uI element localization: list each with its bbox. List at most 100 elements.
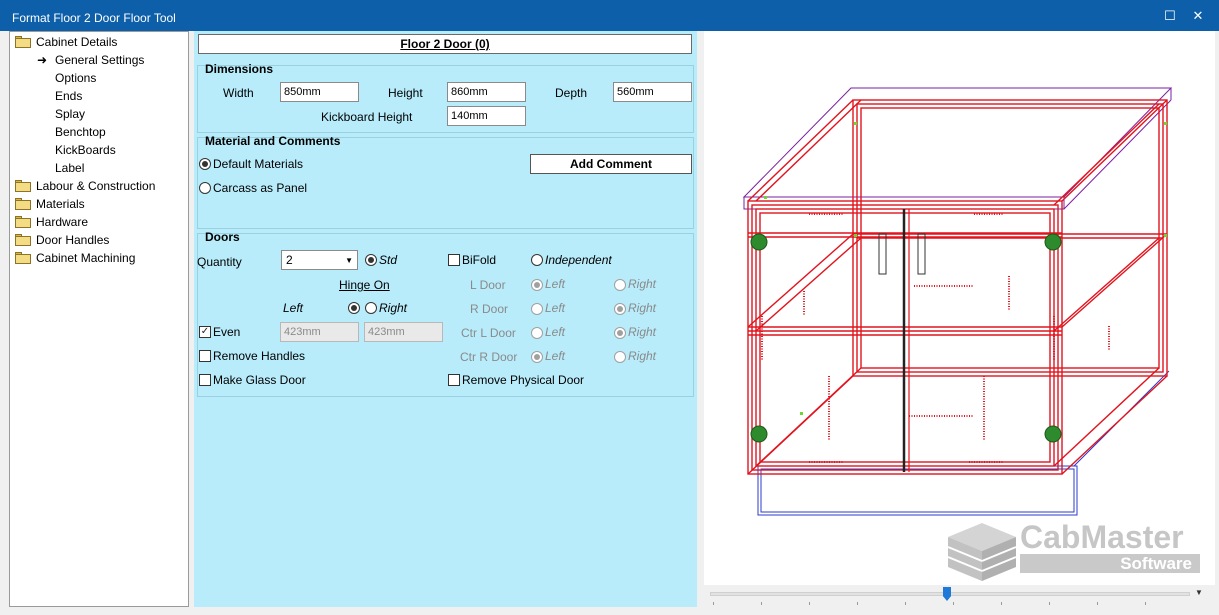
default-materials-label: Default Materials bbox=[213, 157, 304, 171]
remove-physical-door-checkbox[interactable] bbox=[448, 374, 460, 386]
std-radio[interactable] bbox=[365, 254, 377, 266]
width-field[interactable]: 850mm bbox=[280, 82, 359, 102]
depth-field[interactable]: 560mm bbox=[613, 82, 692, 102]
maximize-icon[interactable]: ☐ bbox=[1159, 6, 1181, 26]
width-label: Width bbox=[223, 86, 254, 100]
remove-handles-label: Remove Handles bbox=[213, 349, 306, 363]
folder-icon bbox=[15, 252, 31, 264]
tree-item-splay[interactable]: Splay bbox=[55, 105, 85, 123]
logo-name: CabMaster bbox=[1020, 519, 1184, 555]
kickboard-height-label: Kickboard Height bbox=[321, 110, 413, 124]
rotation-slider-bar: ▼ bbox=[704, 585, 1219, 607]
bottom-edge bbox=[0, 607, 1219, 615]
slider-tick bbox=[1145, 602, 1146, 605]
hinge-left-radio[interactable] bbox=[348, 302, 360, 314]
chevron-down-icon[interactable]: ▼ bbox=[1195, 588, 1203, 597]
independent-label: Independent bbox=[545, 253, 612, 267]
folder-icon bbox=[15, 180, 31, 192]
ctr-l-door-label: Ctr L Door bbox=[461, 326, 516, 340]
slider-tick bbox=[713, 602, 714, 605]
l-door-left-label: Left bbox=[545, 277, 566, 291]
cabmaster-logo-icon bbox=[947, 523, 1017, 581]
even-checkbox[interactable]: ✓ bbox=[199, 326, 211, 338]
ctr-r-door-left-label: Left bbox=[545, 349, 566, 363]
title-bar: Format Floor 2 Door Floor Tool ☐ ✕ bbox=[0, 0, 1219, 31]
close-icon[interactable]: ✕ bbox=[1187, 6, 1209, 26]
tree-item-kickboards[interactable]: KickBoards bbox=[55, 141, 116, 159]
even-right-field[interactable]: 423mm bbox=[364, 322, 443, 342]
l-door-left-radio[interactable] bbox=[531, 279, 543, 291]
tree-item-general-settings[interactable]: ➜ General Settings bbox=[10, 51, 180, 69]
settings-panel: Floor 2 Door (0) Dimensions Width 850mm … bbox=[194, 31, 697, 607]
slider-tick bbox=[953, 602, 954, 605]
remove-physical-door-label: Remove Physical Door bbox=[462, 373, 585, 387]
carcass-as-panel-radio[interactable] bbox=[199, 182, 211, 194]
hinge-on-label: Hinge On bbox=[339, 278, 390, 292]
r-door-label: R Door bbox=[470, 302, 509, 316]
material-title: Material and Comments bbox=[205, 134, 341, 148]
ctr-r-door-label: Ctr R Door bbox=[460, 350, 518, 364]
quantity-label: Quantity bbox=[197, 255, 242, 269]
slider-tick bbox=[761, 602, 762, 605]
std-label: Std bbox=[379, 253, 398, 267]
window-title: Format Floor 2 Door Floor Tool bbox=[12, 11, 176, 25]
hinge-right-radio[interactable] bbox=[365, 302, 377, 314]
rotation-slider-thumb[interactable] bbox=[943, 587, 951, 601]
hinge-left-label: Left bbox=[283, 301, 304, 315]
r-door-right-label: Right bbox=[628, 301, 657, 315]
default-materials-radio[interactable] bbox=[199, 158, 211, 170]
ctr-r-door-right-label: Right bbox=[628, 349, 657, 363]
r-door-left-label: Left bbox=[545, 301, 566, 315]
folder-icon bbox=[15, 198, 31, 210]
height-label: Height bbox=[388, 86, 423, 100]
slider-tick bbox=[1097, 602, 1098, 605]
l-door-right-radio[interactable] bbox=[614, 279, 626, 291]
folder-open-icon bbox=[15, 36, 31, 48]
quantity-dropdown[interactable]: 2 ▼ bbox=[281, 250, 358, 270]
logo-sub: Software bbox=[1120, 554, 1192, 573]
even-left-field[interactable]: 423mm bbox=[280, 322, 359, 342]
cabinet-header: Floor 2 Door (0) bbox=[198, 34, 692, 54]
tree-item-label: General Settings bbox=[55, 53, 145, 67]
tree-item-benchtop[interactable]: Benchtop bbox=[55, 123, 106, 141]
bifold-label: BiFold bbox=[462, 253, 497, 267]
ctr-l-door-left-label: Left bbox=[545, 325, 566, 339]
folder-icon bbox=[15, 216, 31, 228]
slider-tick bbox=[1049, 602, 1050, 605]
add-comment-button[interactable]: Add Comment bbox=[530, 154, 692, 174]
kickboard-height-field[interactable]: 140mm bbox=[447, 106, 526, 126]
ctr-l-door-right-label: Right bbox=[628, 325, 657, 339]
doors-title: Doors bbox=[205, 230, 240, 244]
tree-item-label: Cabinet Details bbox=[36, 35, 118, 49]
tree-item-ends[interactable]: Ends bbox=[55, 87, 82, 105]
carcass-as-panel-label: Carcass as Panel bbox=[213, 181, 308, 195]
cabinet-wireframe bbox=[742, 87, 1173, 516]
bifold-checkbox[interactable] bbox=[448, 254, 460, 266]
tree-item-options[interactable]: Options bbox=[55, 69, 96, 87]
ctr-r-door-left-radio[interactable] bbox=[531, 351, 543, 363]
height-field[interactable]: 860mm bbox=[447, 82, 526, 102]
make-glass-door-checkbox[interactable] bbox=[199, 374, 211, 386]
ctr-l-door-right-radio[interactable] bbox=[614, 327, 626, 339]
ctr-l-door-left-radio[interactable] bbox=[531, 327, 543, 339]
dimensions-title: Dimensions bbox=[205, 62, 274, 76]
slider-tick bbox=[1001, 602, 1002, 605]
slider-tick bbox=[857, 602, 858, 605]
panel-splitter[interactable] bbox=[697, 31, 704, 607]
r-door-left-radio[interactable] bbox=[531, 303, 543, 315]
r-door-right-radio[interactable] bbox=[614, 303, 626, 315]
slider-tick bbox=[809, 602, 810, 605]
remove-handles-checkbox[interactable] bbox=[199, 350, 211, 362]
independent-radio[interactable] bbox=[531, 254, 543, 266]
quantity-value: 2 bbox=[286, 253, 293, 267]
cabinet-3d-preview[interactable]: CabMaster Software bbox=[704, 31, 1215, 585]
even-label: Even bbox=[213, 325, 241, 339]
depth-label: Depth bbox=[555, 86, 588, 100]
slider-tick bbox=[905, 602, 906, 605]
settings-tree: Cabinet Details ➜ General Settings Optio… bbox=[9, 31, 189, 607]
ctr-r-door-right-radio[interactable] bbox=[614, 351, 626, 363]
chevron-down-icon: ▼ bbox=[345, 256, 353, 265]
make-glass-door-label: Make Glass Door bbox=[213, 373, 306, 387]
folder-icon bbox=[15, 234, 31, 246]
tree-item-label[interactable]: Label bbox=[55, 159, 84, 177]
